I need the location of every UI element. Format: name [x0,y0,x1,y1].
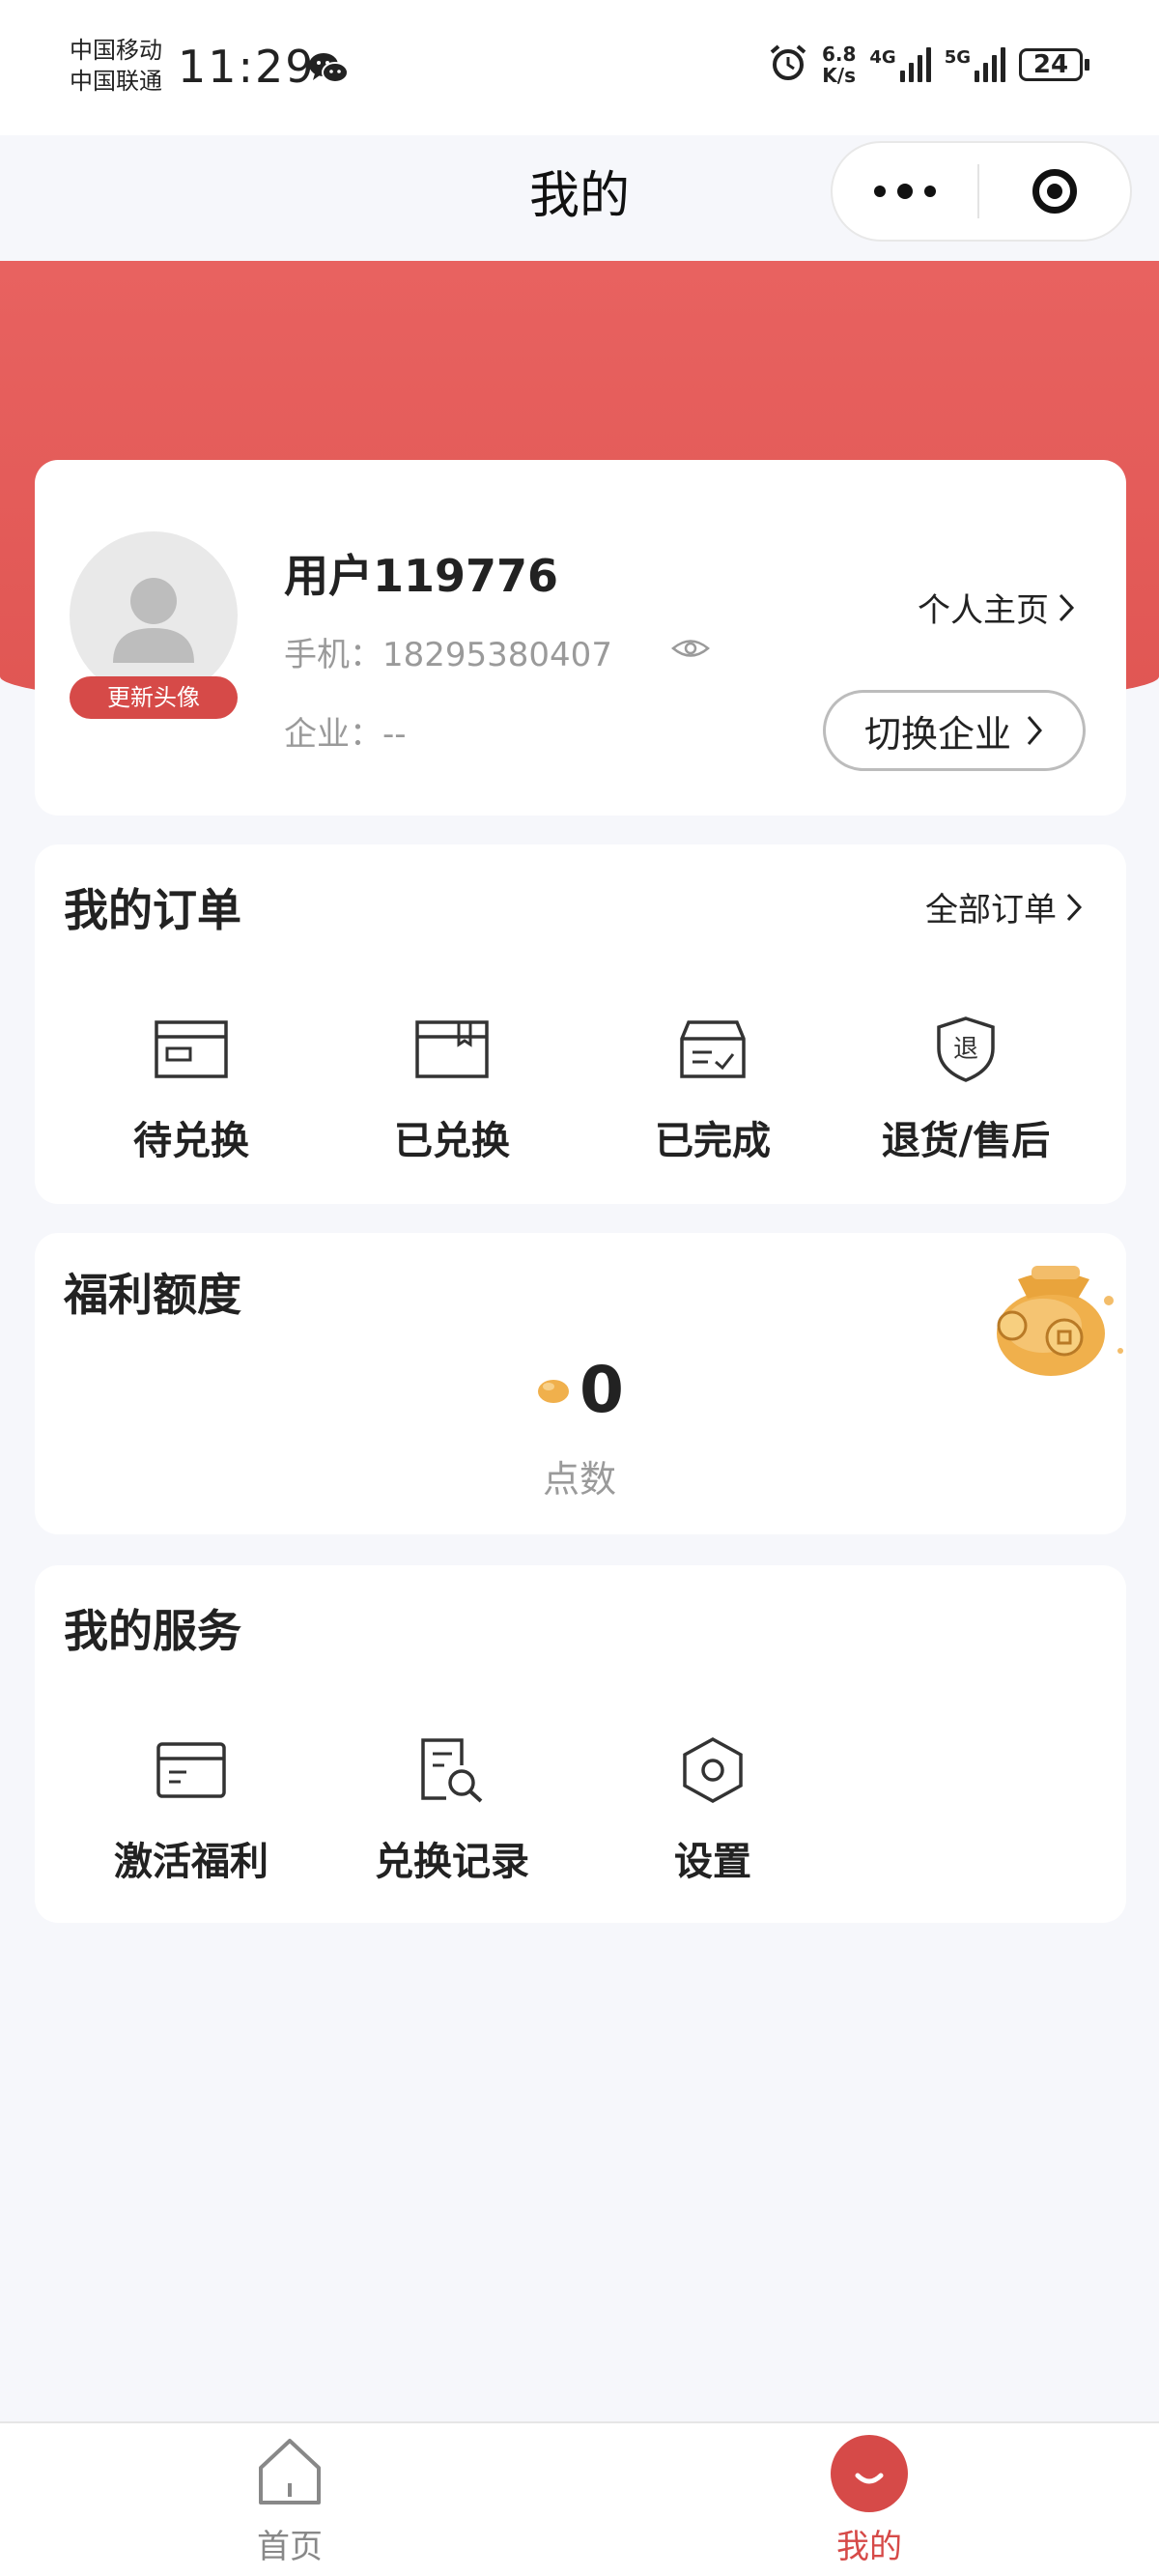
phone-label: 手机： [284,636,382,674]
company-value: -- [382,715,407,754]
more-icon[interactable] [833,143,977,240]
username: 用户119776 [284,550,559,602]
wechat-icon [307,50,350,91]
all-orders-link[interactable]: 全部订单 [925,883,1084,930]
avatar[interactable] [70,531,238,700]
miniprogram-capsule [831,141,1132,242]
record-search-icon [323,1732,581,1809]
company-row: 企业：-- [284,707,407,755]
tab-home[interactable]: 首页 [145,2433,435,2567]
tab-mine[interactable]: 我的 [724,2433,1014,2567]
svg-text:退: 退 [953,1035,978,1064]
order-completed[interactable]: 已完成 [583,1011,842,1165]
card-activate-icon [62,1732,321,1809]
user-silhouette-icon [113,578,194,663]
welfare-unit: 点数 [542,1458,616,1501]
smile-icon [831,2435,908,2512]
phone-number: 18295380407 [382,636,612,674]
service-settings[interactable]: 设置 [583,1732,842,1886]
personal-homepage-link[interactable]: 个人主页 [918,584,1076,631]
carrier-labels: 中国移动 中国联通 [70,35,162,97]
done-box-icon [583,1011,842,1088]
points-bean-icon [538,1379,570,1403]
return-shield-icon: 退 [836,1011,1095,1088]
order-pending-exchange[interactable]: 待兑换 [62,1011,321,1165]
chevron-right-icon [1059,593,1075,621]
alarm-icon [768,43,808,87]
order-after-sales[interactable]: 退 退货/售后 [836,1011,1095,1165]
box-icon [323,1011,581,1088]
welfare-value: 0 [0,1353,1159,1427]
phone-row: 手机：18295380407 [284,628,612,675]
switch-company-button[interactable]: 切换企业 [823,690,1086,771]
chevron-right-icon [1066,893,1083,921]
order-exchanged[interactable]: 已兑换 [323,1011,581,1165]
orders-title: 我的订单 [64,884,241,936]
welfare-title: 福利额度 [64,1269,241,1321]
battery-icon: 24 [1019,48,1089,81]
close-miniprogram-icon[interactable] [979,143,1130,240]
update-avatar-button[interactable]: 更新头像 [70,676,238,719]
signal-5g: 5G [945,47,1005,82]
service-activate-welfare[interactable]: 激活福利 [62,1732,321,1886]
home-icon [259,2439,321,2504]
status-time: 11:29 [178,41,316,93]
carrier-1: 中国移动 [70,37,162,64]
eye-icon[interactable] [670,634,711,667]
net-speed: 6.8 K/s [821,43,857,87]
service-exchange-records[interactable]: 兑换记录 [323,1732,581,1886]
status-right: 6.8 K/s 4G 5G 24 [768,43,1089,87]
services-title: 我的服务 [64,1605,241,1657]
settings-hex-icon [583,1732,842,1809]
company-label: 企业： [284,715,382,754]
card-icon [62,1011,321,1088]
signal-4g: 4G [869,47,931,82]
carrier-2: 中国联通 [70,68,162,95]
chevron-right-icon [1027,716,1042,745]
